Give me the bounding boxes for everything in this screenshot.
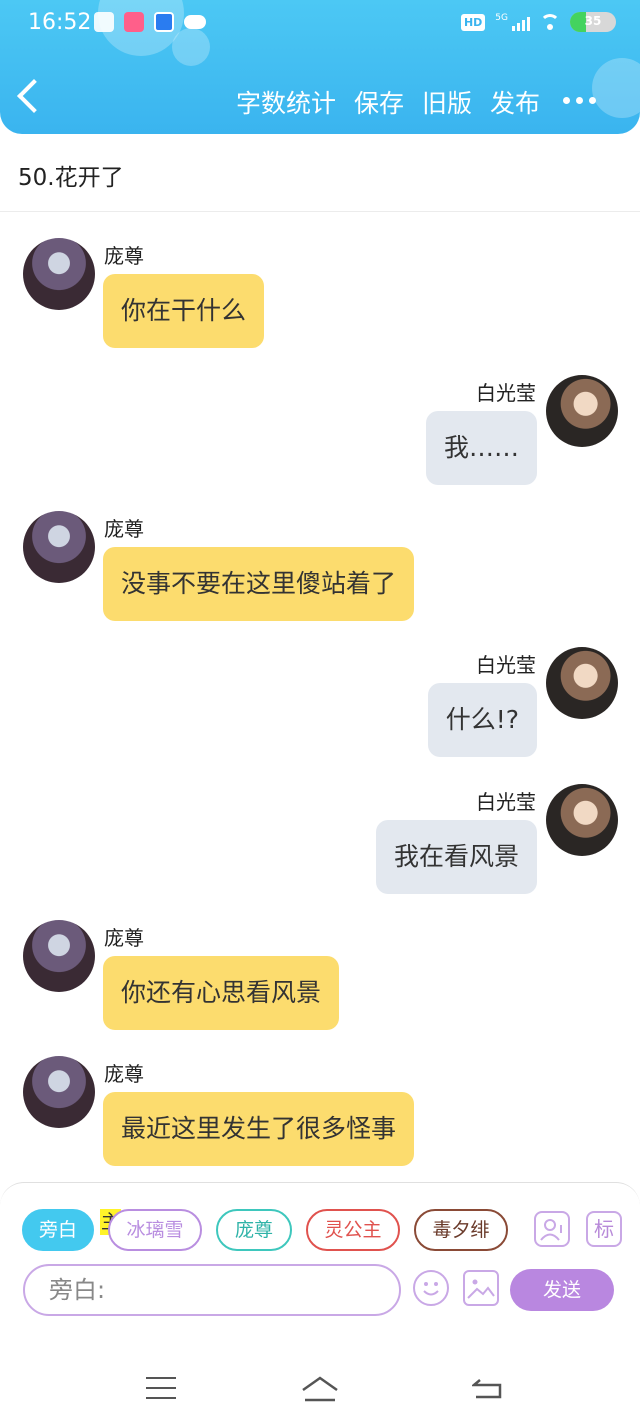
system-nav-bar [0,1318,640,1427]
speaker-name: 庞尊 [104,244,144,268]
battery-icon: 35 [570,12,616,32]
character-chip-narrator[interactable]: 旁白 [22,1209,94,1251]
character-chip-linggongzhu[interactable]: 灵公主 [306,1209,400,1251]
app-header: 16:52 HD 5G 35 字数统计 保存 旧版 发布 [0,0,640,134]
chevron-left-icon[interactable] [17,79,51,113]
speaker-name: 白光莹 [476,381,536,405]
avatar[interactable] [546,375,618,447]
character-chip-duxifei[interactable]: 毒夕绯 [414,1209,508,1251]
wifi-icon [540,14,560,30]
signal-icon: 5G [495,13,530,31]
tag-button[interactable]: 标 [586,1211,622,1247]
character-chip-pangzun[interactable]: 庞尊 [216,1209,292,1251]
app-notification-icon [124,12,144,32]
battery-level: 35 [584,14,602,28]
message-input[interactable]: 旁白: [23,1264,401,1316]
old-version-button[interactable]: 旧版 [422,84,472,120]
status-right: HD 5G 35 [460,12,616,32]
header-actions: 字数统计 保存 旧版 发布 [236,84,540,120]
message-bubble[interactable]: 没事不要在这里傻站着了 [103,547,415,621]
message-bubble[interactable]: 你在干什么 [103,274,265,348]
more-dots-icon[interactable] [563,97,596,104]
cloud-icon [184,15,206,29]
message-bubble[interactable]: 什么!? [427,683,537,757]
avatar[interactable] [23,511,95,583]
speaker-name: 白光莹 [476,790,536,814]
hd-icon: HD [460,13,486,31]
back-icon[interactable] [472,1376,504,1400]
word-count-button[interactable]: 字数统计 [236,84,336,120]
divider [0,211,640,212]
speaker-name: 庞尊 [104,517,144,541]
status-bar: 16:52 HD 5G 35 [0,0,640,50]
emoji-icon[interactable] [413,1270,449,1306]
send-button[interactable]: 发送 [510,1269,614,1311]
message-bubble[interactable]: 我在看风景 [375,820,537,894]
avatar[interactable] [23,1056,95,1128]
speaker-name: 庞尊 [104,1062,144,1086]
speaker-name: 庞尊 [104,926,144,950]
home-icon[interactable] [300,1374,340,1404]
chapter-title[interactable]: 50.花开了 [18,158,124,192]
avatar[interactable] [546,784,618,856]
status-time: 16:52 [28,10,92,35]
character-chip-binglixue[interactable]: 冰璃雪 [108,1209,202,1251]
save-button[interactable]: 保存 [354,84,404,120]
message-bubble[interactable]: 我…… [425,411,537,485]
gallery-notification-icon [94,12,114,32]
message-bubble[interactable]: 你还有心思看风景 [103,956,340,1030]
network-type: 5G [495,13,508,23]
message-bubble[interactable]: 最近这里发生了很多怪事 [103,1092,415,1166]
hotspot-notification-icon [154,12,174,32]
avatar[interactable] [23,920,95,992]
header-decoration [592,58,640,118]
avatar[interactable] [546,647,618,719]
image-icon[interactable] [463,1270,499,1306]
speaker-name: 白光莹 [476,653,536,677]
avatar[interactable] [23,238,95,310]
publish-button[interactable]: 发布 [490,84,540,120]
menu-icon[interactable] [146,1377,176,1399]
notification-icons [94,12,206,32]
add-character-icon[interactable] [534,1211,570,1247]
